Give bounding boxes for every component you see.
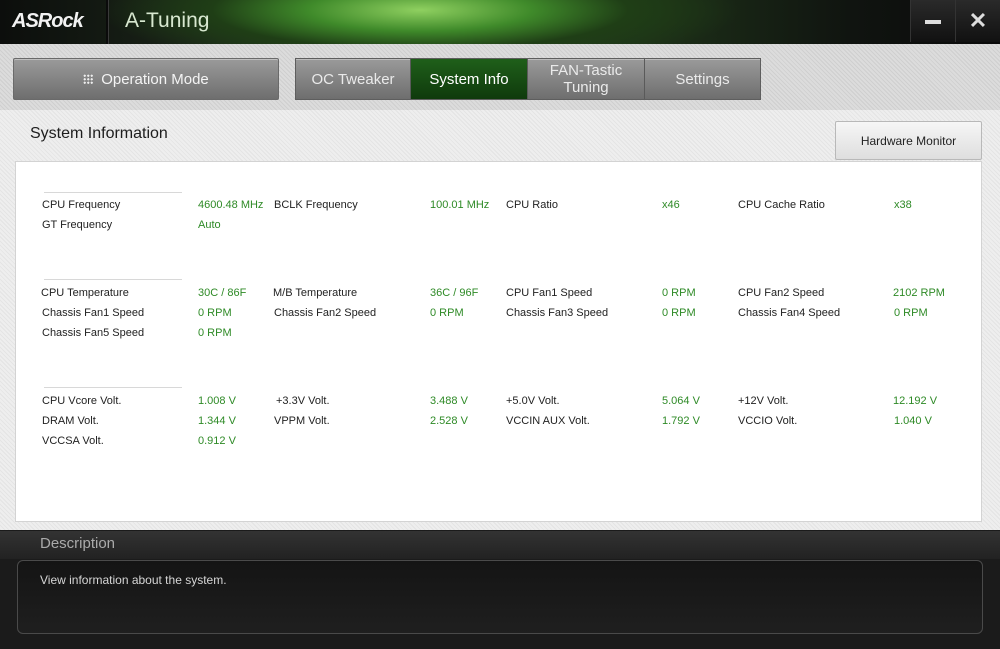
asrock-logo: ASRock (12, 10, 84, 32)
main-tabs: OC Tweaker System Info FAN-Tastic Tuning… (295, 58, 761, 100)
dram-volt-label: DRAM Volt. (42, 415, 99, 427)
vppm-volt-value: 2.528 V (430, 415, 468, 427)
page-title: System Information (30, 125, 168, 142)
cpu-ratio-label: CPU Ratio (506, 199, 558, 211)
cpu-cache-ratio-label: CPU Cache Ratio (738, 199, 825, 211)
minimize-icon (925, 20, 941, 24)
mb-temperature-value: 36C / 96F (430, 287, 479, 299)
description-title: Description (40, 535, 116, 552)
description-header (0, 531, 1000, 559)
cpu-vcore-volt-value: 1.008 V (198, 395, 236, 407)
bclk-frequency-label: BCLK Frequency (274, 199, 358, 211)
chassis-fan1-speed-label: Chassis Fan1 Speed (42, 307, 145, 319)
cpu-frequency-value: 4600.48 MHz (198, 199, 264, 211)
cpu-fan1-speed-value: 0 RPM (662, 287, 696, 299)
vccin-aux-volt-label: VCCIN AUX Volt. (506, 415, 590, 427)
close-icon: ✕ (968, 8, 988, 33)
hardware-monitor-button[interactable]: Hardware Monitor (835, 121, 982, 160)
bclk-frequency-value: 100.01 MHz (430, 199, 490, 211)
tab-fan-tastic-label: FAN-Tastic Tuning (549, 62, 623, 96)
section-divider (44, 192, 182, 193)
v12-volt-value: 12.192 V (893, 395, 938, 407)
vccin-aux-volt-value: 1.792 V (662, 415, 700, 427)
tab-oc-tweaker[interactable]: OC Tweaker (296, 59, 411, 99)
mb-temperature-label: M/B Temperature (273, 287, 358, 299)
v33-volt-value: 3.488 V (430, 395, 468, 407)
chassis-fan1-speed-value: 0 RPM (198, 307, 232, 319)
operation-mode-label: Operation Mode (101, 70, 209, 88)
cpu-temperature-value: 30C / 86F (198, 287, 247, 299)
description-text: View information about the system. (40, 573, 227, 587)
chassis-fan5-speed-label: Chassis Fan5 Speed (42, 327, 145, 339)
cpu-fan2-speed-value: 2102 RPM (893, 287, 945, 299)
title-divider (106, 0, 109, 44)
vccio-volt-label: VCCIO Volt. (738, 415, 798, 427)
vccsa-volt-label: VCCSA Volt. (42, 435, 104, 447)
chassis-fan4-speed-value: 0 RPM (894, 307, 928, 319)
close-button[interactable]: ✕ (955, 0, 1000, 42)
system-info-panel: CPU Frequency 4600.48 MHz BCLK Frequency… (15, 161, 982, 522)
chassis-fan3-speed-label: Chassis Fan3 Speed (506, 307, 609, 319)
grid-icon (83, 74, 94, 84)
gt-frequency-value: Auto (198, 219, 221, 231)
nav-bar: Operation Mode OC Tweaker System Info FA… (0, 44, 1000, 110)
gt-frequency-label: GT Frequency (42, 219, 113, 231)
chassis-fan2-speed-value: 0 RPM (430, 307, 464, 319)
tab-system-info[interactable]: System Info (411, 59, 528, 99)
cpu-fan1-speed-label: CPU Fan1 Speed (506, 287, 593, 299)
v50-volt-label: +5.0V Volt. (506, 395, 560, 407)
v50-volt-value: 5.064 V (662, 395, 700, 407)
dram-volt-value: 1.344 V (198, 415, 236, 427)
description-box (17, 560, 983, 634)
vppm-volt-label: VPPM Volt. (274, 415, 330, 427)
vccsa-volt-value: 0.912 V (198, 435, 236, 447)
section-divider (44, 387, 182, 388)
tab-settings[interactable]: Settings (645, 59, 760, 99)
chassis-fan5-speed-value: 0 RPM (198, 327, 232, 339)
section-divider (44, 279, 182, 280)
cpu-fan2-speed-label: CPU Fan2 Speed (738, 287, 825, 299)
v33-volt-label: +3.3V Volt. (276, 395, 330, 407)
app-title: A-Tuning (125, 9, 210, 32)
operation-mode-button[interactable]: Operation Mode (13, 58, 279, 100)
chassis-fan2-speed-label: Chassis Fan2 Speed (274, 307, 377, 319)
v12-volt-label: +12V Volt. (738, 395, 789, 407)
vccio-volt-value: 1.040 V (894, 415, 932, 427)
cpu-cache-ratio-value: x38 (894, 199, 912, 211)
chassis-fan3-speed-value: 0 RPM (662, 307, 696, 319)
title-bar: ASRock A-Tuning ✕ (0, 0, 1000, 45)
cpu-frequency-label: CPU Frequency (42, 199, 121, 211)
tab-fan-tastic-tuning[interactable]: FAN-Tastic Tuning (528, 59, 645, 99)
minimize-button[interactable] (910, 0, 955, 42)
chassis-fan4-speed-label: Chassis Fan4 Speed (738, 307, 841, 319)
cpu-temperature-label: CPU Temperature (41, 287, 129, 299)
cpu-ratio-value: x46 (662, 199, 680, 211)
cpu-vcore-volt-label: CPU Vcore Volt. (42, 395, 122, 407)
